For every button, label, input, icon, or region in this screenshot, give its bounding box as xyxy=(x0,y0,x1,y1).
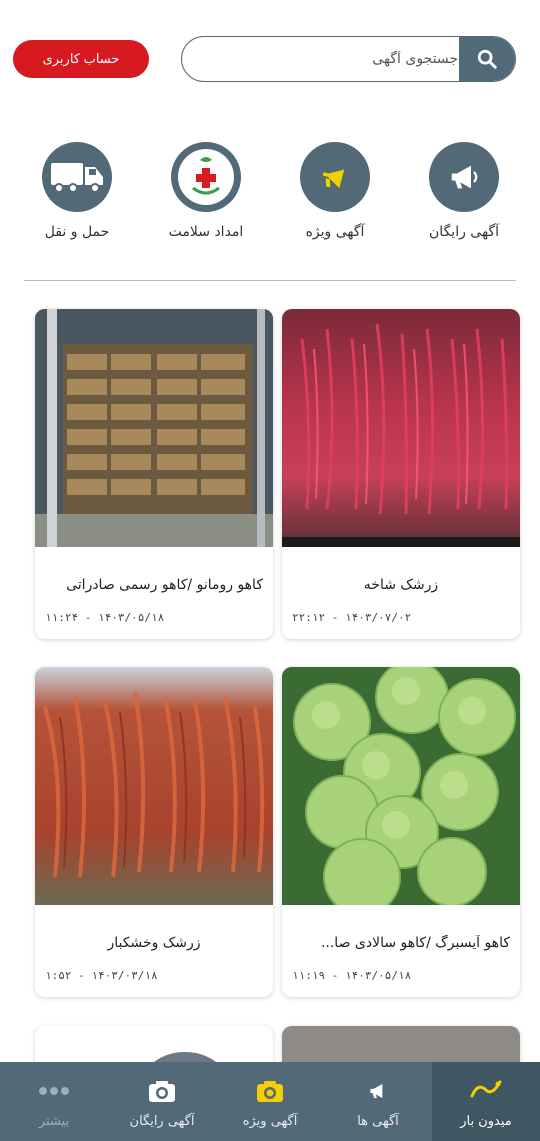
listing-card[interactable]: زرشک شاخه ۲۲:۱۲ - ۱۴۰۳/۰۷/۰۲ xyxy=(282,309,520,639)
nav-label: آگهی رایگان xyxy=(129,1114,195,1129)
divider xyxy=(24,280,516,281)
more-dots-icon xyxy=(38,1078,70,1104)
nav-label: آگهی ها xyxy=(357,1114,399,1129)
camera-icon xyxy=(148,1078,176,1104)
category-label: آگهی رایگان xyxy=(429,224,499,240)
search-bar xyxy=(181,36,516,82)
megaphone-icon xyxy=(429,142,499,212)
camera-yellow-icon xyxy=(256,1078,284,1104)
category-label: حمل و نقل xyxy=(44,224,110,240)
nav-label: میدون بار xyxy=(460,1114,512,1129)
category-label: امداد سلامت xyxy=(168,224,244,240)
category-health-aid[interactable]: امداد سلامت xyxy=(156,142,256,240)
bottom-nav: میدون بار آگهی ها آگهی ویژه آگهی رایگان … xyxy=(0,1062,540,1141)
health-aid-icon xyxy=(171,142,241,212)
nav-label: آگهی ویژه xyxy=(242,1114,298,1129)
nav-featured-ads[interactable]: آگهی ویژه xyxy=(216,1062,324,1141)
listing-time: ۱:۵۲ - ۱۴۰۳/۰۳/۱۸ xyxy=(45,969,158,982)
category-featured-ads[interactable]: آگهی ویژه xyxy=(285,142,385,240)
logo-icon xyxy=(468,1078,504,1104)
nav-home[interactable]: میدون بار xyxy=(432,1062,540,1141)
nav-ads[interactable]: آگهی ها xyxy=(324,1062,432,1141)
listing-time: ۱۱:۲۴ - ۱۴۰۳/۰۵/۱۸ xyxy=(45,611,165,624)
nav-more[interactable]: بیشتر xyxy=(0,1062,108,1141)
listing-card[interactable]: کاهو آیسبرگ /کاهو سالادی صا... ۱۱:۱۹ - ۱… xyxy=(282,667,520,997)
listing-time: ۱۱:۱۹ - ۱۴۰۳/۰۵/۱۸ xyxy=(292,969,412,982)
nav-free-ads[interactable]: آگهی رایگان xyxy=(108,1062,216,1141)
listing-time: ۲۲:۱۲ - ۱۴۰۳/۰۷/۰۲ xyxy=(292,611,412,624)
search-input[interactable] xyxy=(182,37,460,80)
listing-title: زرشک شاخه xyxy=(363,577,439,593)
megaphone-icon xyxy=(365,1078,391,1104)
listing-image xyxy=(282,667,520,905)
listing-image xyxy=(35,309,273,547)
listing-image xyxy=(282,309,520,547)
search-icon xyxy=(477,49,497,69)
search-button[interactable] xyxy=(459,37,515,81)
category-label: آگهی ویژه xyxy=(305,224,365,240)
category-transport[interactable]: حمل و نقل xyxy=(27,142,127,240)
nav-label: بیشتر xyxy=(38,1114,70,1129)
listing-card[interactable]: زرشک وخشکبار ۱:۵۲ - ۱۴۰۳/۰۳/۱۸ xyxy=(35,667,273,997)
category-free-ads[interactable]: آگهی رایگان xyxy=(414,142,514,240)
listing-title: زرشک وخشکبار xyxy=(107,935,201,951)
account-button[interactable]: حساب کاربری xyxy=(13,40,149,78)
listing-title: کاهو رومانو /کاهو رسمی صادراتی xyxy=(66,577,263,593)
listing-image xyxy=(35,667,273,905)
listing-card[interactable]: کاهو رومانو /کاهو رسمی صادراتی ۱۱:۲۴ - ۱… xyxy=(35,309,273,639)
truck-icon xyxy=(42,142,112,212)
listing-title: کاهو آیسبرگ /کاهو سالادی صا... xyxy=(320,935,510,951)
megaphone-yellow-icon xyxy=(300,142,370,212)
